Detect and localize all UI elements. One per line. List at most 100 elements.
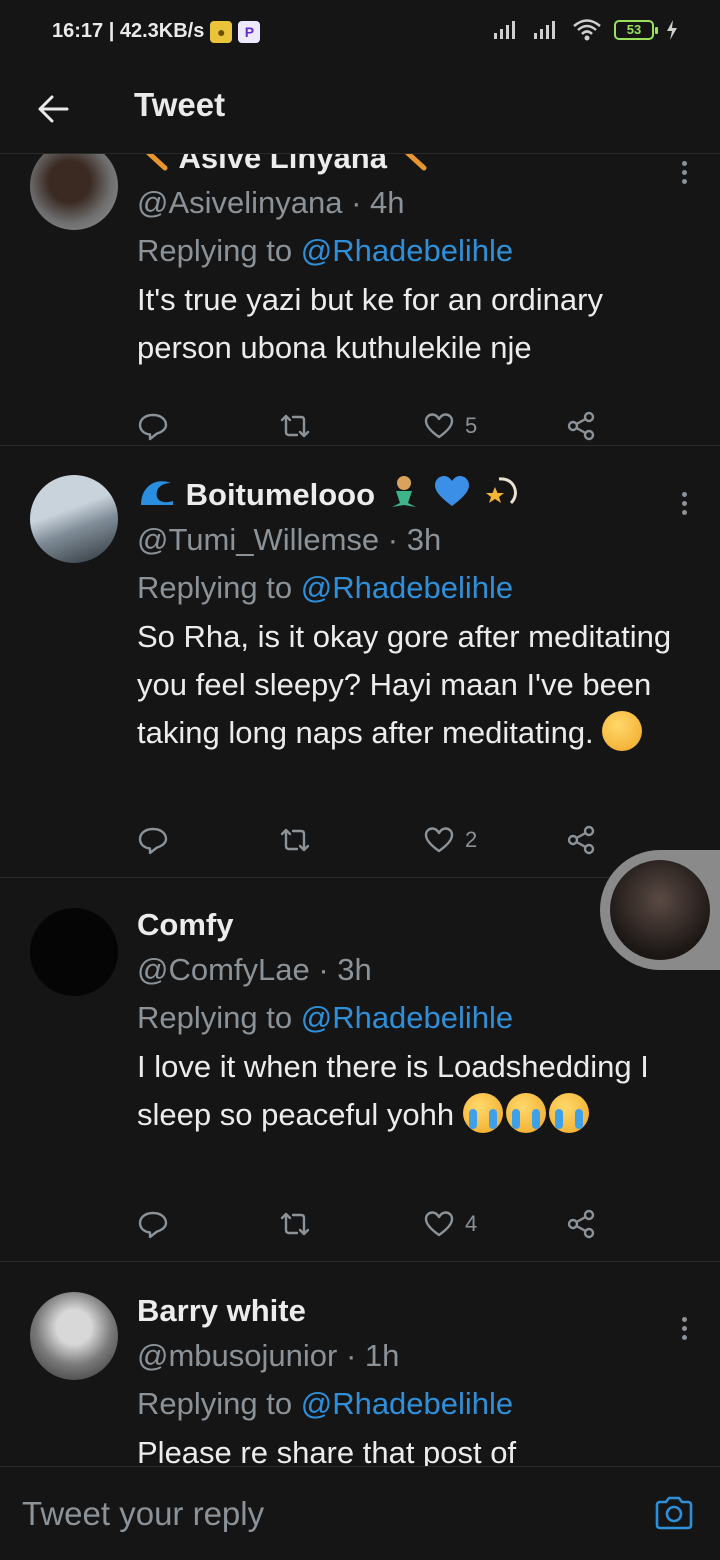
tweet-text-content: So Rha, is it okay gore after meditating…: [137, 619, 672, 750]
display-name-text: Boitumelooo: [185, 477, 376, 512]
floating-chat-bubble[interactable]: [600, 850, 720, 970]
retweet-button[interactable]: [279, 820, 311, 860]
pickaxe-emoji-icon: [404, 154, 427, 171]
reply-button[interactable]: [137, 820, 169, 860]
reply-button[interactable]: [137, 406, 169, 446]
more-options-button[interactable]: [672, 1310, 696, 1346]
status-right: 53: [492, 18, 678, 42]
retweet-icon: [280, 828, 310, 852]
tweet-actions: 4: [137, 1204, 607, 1244]
like-button[interactable]: 2: [423, 820, 477, 860]
display-name[interactable]: Asive Linyana: [137, 154, 690, 180]
like-count: 2: [465, 827, 478, 852]
display-name-text: Barry white: [137, 1293, 306, 1328]
pickaxe-emoji-icon: [146, 154, 168, 171]
tweet-reply[interactable]: Barry white @mbusojunior · 1h Replying t…: [0, 1262, 720, 1466]
reply-icon: [138, 1211, 168, 1239]
share-button[interactable]: [565, 1204, 597, 1244]
handle-timestamp: @Tumi_Willemse · 3h: [137, 522, 442, 557]
replying-label: Replying to: [137, 1000, 293, 1035]
replying-to: Replying to @Rhadebelihle: [137, 1379, 690, 1429]
status-bar: 16:17 | 42.3KB/s ● P 53: [0, 0, 720, 64]
thinking-face-icon: [602, 711, 643, 751]
notification-p-icon: P: [238, 20, 261, 43]
charging-icon: [667, 20, 677, 40]
notification-app-icon: ●: [210, 20, 233, 43]
mention-link[interactable]: @Rhadebelihle: [301, 570, 513, 605]
status-time-speed: 16:17 | 42.3KB/s: [52, 20, 205, 42]
tweet-text: I love it when there is Loadshedding I s…: [137, 1043, 690, 1139]
display-name-text: Asive Linyana: [178, 154, 387, 175]
like-count: 4: [465, 1211, 478, 1236]
tweet-text: It's true yazi but ke for an ordinary pe…: [137, 282, 603, 365]
more-options-button[interactable]: [672, 485, 696, 521]
reply-icon: [138, 413, 168, 441]
mention-link[interactable]: @Rhadebelihle: [301, 233, 513, 268]
share-button[interactable]: [565, 406, 597, 446]
retweet-icon: [280, 414, 310, 438]
top-header: Tweet: [0, 64, 720, 154]
replying-to: Replying to @Rhadebelihle: [137, 563, 690, 613]
tweet-reply[interactable]: Boitumelooo @Tumi_Willemse · 3h Replying…: [0, 446, 720, 878]
display-name[interactable]: Boitumelooo: [137, 473, 690, 517]
arrow-left-icon: [38, 95, 69, 123]
heart-icon: [424, 827, 454, 853]
handle-timestamp: @mbusojunior · 1h: [137, 1338, 400, 1373]
share-button[interactable]: [565, 820, 597, 860]
blue-heart-icon: [435, 476, 470, 506]
crying-face-icon: [505, 1093, 546, 1133]
crying-face-icon: [548, 1093, 589, 1133]
reply-icon: [138, 827, 168, 855]
retweet-icon: [280, 1212, 310, 1236]
more-options-button[interactable]: [672, 154, 696, 190]
floating-avatar: [610, 860, 710, 960]
replying-to: Replying to @Rhadebelihle: [137, 993, 690, 1043]
reply-input[interactable]: [22, 1489, 622, 1539]
avatar[interactable]: [30, 1292, 118, 1380]
replies-feed[interactable]: Asive Linyana @Asivelinyana · 4h Replyin…: [0, 154, 720, 1466]
replying-label: Replying to: [137, 1386, 293, 1421]
mention-link[interactable]: @Rhadebelihle: [301, 1000, 513, 1035]
tweet-body: Barry white @mbusojunior · 1h Replying t…: [137, 1289, 690, 1466]
mermaid-emoji-icon: [391, 476, 416, 507]
tweet-reply[interactable]: Asive Linyana @Asivelinyana · 4h Replyin…: [0, 154, 720, 446]
tweet-actions: 2: [137, 820, 607, 860]
signal-icon-2: [534, 21, 555, 39]
share-icon: [567, 825, 595, 855]
retweet-button[interactable]: [279, 1204, 311, 1244]
replying-label: Replying to: [137, 570, 293, 605]
retweet-button[interactable]: [279, 406, 311, 446]
display-name[interactable]: Barry white: [137, 1289, 690, 1333]
handle-timestamp: @ComfyLae · 3h: [137, 952, 372, 987]
replying-label: Replying to: [137, 233, 293, 268]
reply-compose-bar: [0, 1466, 720, 1560]
avatar[interactable]: [30, 154, 118, 230]
tweet-text: Please re share that post of: [137, 1435, 517, 1466]
crying-face-icon: [462, 1093, 503, 1133]
handle-timestamp: @Asivelinyana · 4h: [137, 185, 405, 220]
back-button[interactable]: [30, 86, 76, 132]
tweet-actions: 5: [137, 406, 607, 446]
share-icon: [567, 1209, 595, 1239]
battery-indicator: 53: [614, 20, 658, 40]
share-icon: [567, 411, 595, 441]
avatar[interactable]: [30, 908, 118, 996]
mention-link[interactable]: @Rhadebelihle: [301, 1386, 513, 1421]
page-title: Tweet: [134, 86, 226, 123]
wifi-icon: [573, 19, 601, 41]
display-name-text: Comfy: [137, 907, 234, 942]
status-left: 16:17 | 42.3KB/s ● P: [52, 20, 261, 43]
avatar[interactable]: [30, 475, 118, 563]
heart-icon: [424, 1211, 454, 1237]
replying-to: Replying to @Rhadebelihle: [137, 226, 690, 276]
tweet-body: Boitumelooo @Tumi_Willemse · 3h Replying…: [137, 473, 690, 757]
camera-icon: [655, 1496, 693, 1530]
signal-icon: [494, 21, 515, 39]
like-button[interactable]: 5: [423, 406, 477, 446]
tweet-body: Asive Linyana @Asivelinyana · 4h Replyin…: [137, 154, 690, 372]
camera-button[interactable]: [654, 1495, 694, 1531]
wave-emoji-icon: [141, 481, 173, 505]
like-button[interactable]: 4: [423, 1204, 477, 1244]
heart-icon: [424, 413, 454, 439]
reply-button[interactable]: [137, 1204, 169, 1244]
